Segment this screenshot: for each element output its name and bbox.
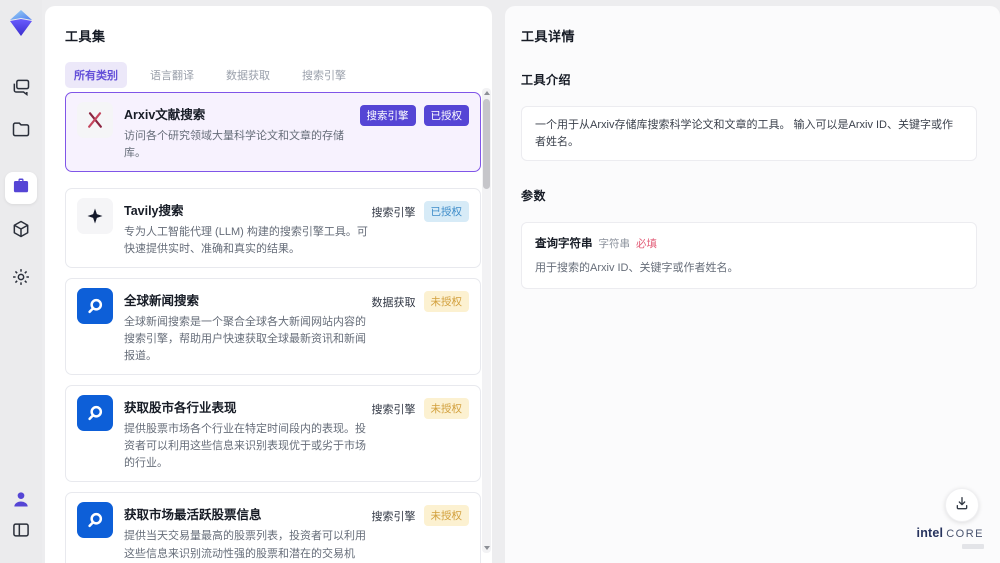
scrollbar-up-arrow-icon[interactable] [483,91,490,95]
user-icon [11,489,31,509]
blue-magnifier-icon [77,288,113,325]
intel-brand-text: intel [916,526,944,540]
status-badge: 未授权 [423,398,469,420]
sidebar-item-tools[interactable] [5,172,37,204]
param-type: 字符串 [598,238,631,250]
tool-name: 全球新闻搜索 [124,294,200,309]
blue-magnifier-icon [77,502,113,539]
category-label: 搜索引擎 [371,404,416,417]
sidebar-item-files[interactable] [10,118,32,140]
category-label: 数据获取 [371,297,416,310]
tool-list: Arxiv文献搜索 访问各个研究领域大量科学论文和文章的存储库。 搜索引擎 已授… [65,92,481,563]
core-brand-text: CORE [946,528,984,540]
sparkle-star-icon [77,198,113,235]
tool-description: 提供当天交易量最高的股票列表，投资者可以利用这些信息来识别流动性强的股票和潜在的… [124,530,366,560]
tab-language-translation[interactable]: 语言翻译 [141,62,203,88]
category-label: 搜索引擎 [371,207,416,220]
tool-card-stock-sectors[interactable]: 获取股市各行业表现 提供股票市场各个行业在特定时间段内的表现。投资者可以利用这些… [65,385,481,483]
tool-card-arxiv[interactable]: Arxiv文献搜索 访问各个研究领域大量科学论文和文章的存储库。 搜索引擎 已授… [65,92,481,173]
list-scrollbar[interactable] [482,88,491,553]
status-badge: 已授权 [423,105,469,126]
tool-description: 专为人工智能代理 (LLM) 构建的搜索引擎工具。可快速提供实时、准确和真实的结… [124,226,368,256]
intel-sub-badge [962,544,984,549]
status-badge: 未授权 [423,505,469,527]
tab-all-categories[interactable]: 所有类别 [65,62,127,88]
scrollbar-thumb[interactable] [483,99,490,189]
category-badge: 搜索引擎 [359,105,416,126]
sidebar-rail [0,0,42,563]
tool-name: Tavily搜索 [124,204,184,219]
arxiv-logo-icon [77,102,113,138]
sidebar-item-chat[interactable] [10,76,32,98]
tool-description: 提供股票市场各个行业在特定时间段内的表现。投资者可以利用这些信息来识别表现优于或… [124,423,366,470]
blue-magnifier-icon [77,395,113,432]
category-label: 搜索引擎 [371,511,416,524]
tool-card-active-stocks[interactable]: 获取市场最活跃股票信息 提供当天交易量最高的股票列表，投资者可以利用这些信息来识… [65,492,481,563]
tool-detail-panel: 工具详情 工具介绍 一个用于从Arxiv存储库搜索科学论文和文章的工具。 输入可… [505,6,1000,563]
sidebar-item-packages[interactable] [10,218,32,240]
param-box: 查询字符串 字符串 必填 用于搜索的Arxiv ID、关键字或作者姓名。 [521,222,977,289]
gear-icon [11,267,31,287]
param-name: 查询字符串 [535,238,593,250]
tool-description: 访问各个研究领域大量科学论文和文章的存储库。 [124,130,344,160]
param-required-flag: 必填 [636,238,657,250]
params-heading: 参数 [521,189,547,203]
param-description: 用于搜索的Arxiv ID、关键字或作者姓名。 [535,262,739,274]
page-title: 工具集 [65,29,106,44]
detail-title: 工具详情 [521,29,576,44]
app-logo-icon[interactable] [8,8,34,43]
tab-search-engine[interactable]: 搜索引擎 [293,62,355,88]
download-icon [954,495,970,516]
intel-core-logo: intel CORE [917,525,984,549]
download-button[interactable] [945,488,979,522]
tab-data-fetching[interactable]: 数据获取 [217,62,279,88]
status-badge: 已授权 [423,201,469,223]
cube-icon [11,219,31,239]
folder-icon [11,119,31,139]
sidebar-item-account[interactable] [10,488,32,510]
tool-name: 获取市场最活跃股票信息 [124,508,262,523]
tool-card-tavily[interactable]: Tavily搜索 专为人工智能代理 (LLM) 构建的搜索引擎工具。可快速提供实… [65,188,481,269]
scrollbar-down-arrow-icon[interactable] [483,546,490,550]
tool-name: 获取股市各行业表现 [124,401,237,416]
chat-icon [11,77,31,97]
toolset-panel: 工具集 所有类别 语言翻译 数据获取 搜索引擎 Arxiv文献搜索 访问各个研究… [45,6,492,563]
intro-box: 一个用于从Arxiv存储库搜索科学论文和文章的工具。 输入可以是Arxiv ID… [521,106,977,161]
category-tabs: 所有类别 语言翻译 数据获取 搜索引擎 [65,62,355,88]
toolbox-icon [11,176,31,201]
sidebar-item-panel-toggle[interactable] [10,519,32,541]
sidebar-item-settings[interactable] [10,266,32,288]
tool-card-global-news[interactable]: 全球新闻搜索 全球新闻搜索是一个聚合全球各大新闻网站内容的搜索引擎，帮助用户快速… [65,278,481,376]
intro-heading: 工具介绍 [521,73,572,87]
panel-layout-icon [11,520,31,540]
status-badge: 未授权 [423,291,469,313]
tool-description: 全球新闻搜索是一个聚合全球各大新闻网站内容的搜索引擎，帮助用户快速获取全球最新资… [124,316,366,363]
intro-text: 一个用于从Arxiv存储库搜索科学论文和文章的工具。 输入可以是Arxiv ID… [535,119,953,148]
tool-name: Arxiv文献搜索 [124,108,206,122]
